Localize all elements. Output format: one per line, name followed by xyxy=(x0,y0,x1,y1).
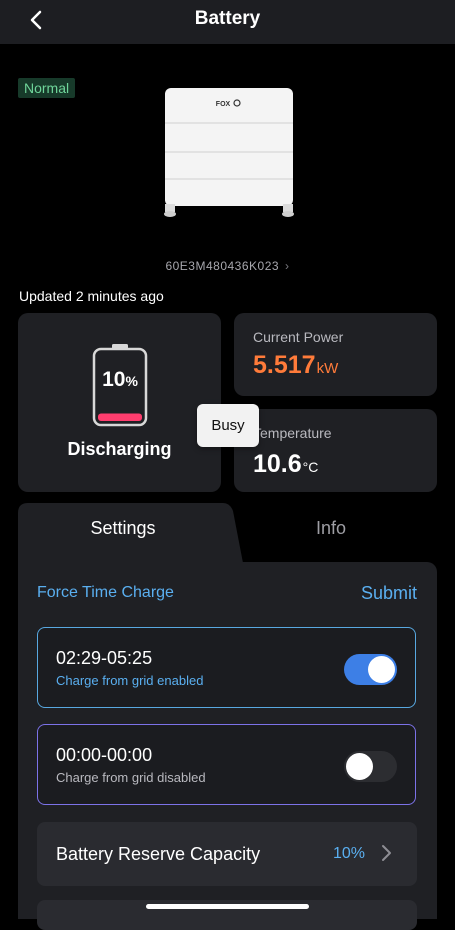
device-brand-logo: FOX xyxy=(216,101,231,108)
slot-time: 00:00-00:00 xyxy=(56,745,153,765)
serial-number: 60E3M480436K023 xyxy=(165,259,280,273)
charge-from-grid-toggle[interactable] xyxy=(344,751,397,782)
chevron-right-icon xyxy=(382,845,391,861)
toggle-knob xyxy=(368,656,395,683)
status-badge: Normal xyxy=(18,78,76,98)
device-serial-link[interactable]: 60E3M480436K023 › xyxy=(0,259,455,273)
battery-device-image: FOX xyxy=(164,88,294,217)
battery-reserve-capacity-row[interactable]: Battery Reserve Capacity 10% xyxy=(37,822,417,886)
tab-info[interactable]: Info xyxy=(240,518,422,539)
toggle-knob xyxy=(346,753,373,780)
force-time-charge-title: Force Time Charge xyxy=(37,584,174,601)
reserve-value: 10% xyxy=(332,845,365,862)
current-power-card: Current Power 5.517kW xyxy=(234,313,437,396)
tab-settings[interactable]: Settings xyxy=(18,518,228,539)
time-slot-2[interactable]: 00:00-00:00 Charge from grid disabled xyxy=(37,724,416,805)
battery-status-card: 10% Discharging xyxy=(18,313,221,492)
battery-fill xyxy=(98,413,142,421)
slot-note: Charge from grid disabled xyxy=(56,770,206,785)
page-title: Battery xyxy=(194,8,261,29)
charge-from-grid-toggle[interactable] xyxy=(344,654,397,685)
submit-button[interactable]: Submit xyxy=(361,583,417,604)
home-indicator[interactable] xyxy=(146,904,309,909)
slot-note: Charge from grid enabled xyxy=(56,673,204,688)
temperature-label: Temperature xyxy=(253,425,332,441)
battery-state: Discharging xyxy=(67,439,172,459)
temperature-value: 10.6°C xyxy=(253,450,319,478)
top-bar: Battery xyxy=(0,0,455,44)
current-power-label: Current Power xyxy=(253,329,344,345)
busy-tooltip: Busy xyxy=(197,404,259,447)
chevron-right-icon: › xyxy=(285,259,290,273)
reserve-label: Battery Reserve Capacity xyxy=(56,844,261,864)
slot-time: 02:29-05:25 xyxy=(56,648,153,668)
battery-percentage: 10% xyxy=(102,368,138,391)
temperature-card: Temperature 10.6°C xyxy=(234,409,437,492)
time-slot-1[interactable]: 02:29-05:25 Charge from grid enabled xyxy=(37,627,416,708)
current-power-value: 5.517kW xyxy=(253,351,339,379)
updated-text: Updated 2 minutes ago xyxy=(19,288,164,304)
